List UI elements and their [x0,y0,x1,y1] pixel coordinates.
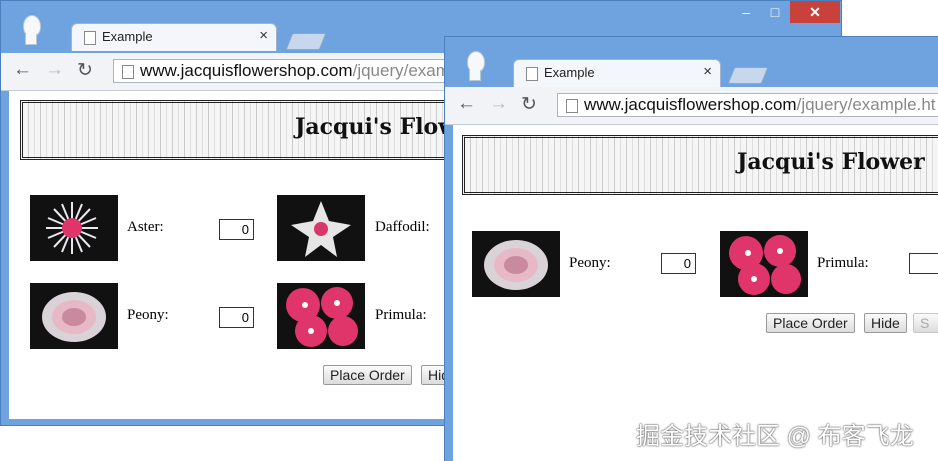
flower-label-aster: Aster: [127,219,164,235]
close-window-button[interactable]: ✕ [790,1,840,23]
flower-label-primula: Primula: [817,255,869,271]
forward-arrow-icon[interactable]: → [45,59,64,81]
peony-quantity-input[interactable]: 0 [219,307,254,328]
back-arrow-icon[interactable]: ← [457,93,476,115]
primula-image [277,283,365,349]
page-icon [566,99,578,113]
peony-quantity-input[interactable]: 0 [661,253,696,274]
new-tab-button[interactable] [285,33,327,50]
minimize-button[interactable]: – [737,1,755,23]
page-favicon-icon [526,67,538,81]
url-text: www.jacquisflowershop.com/jquery/exam [140,61,450,80]
forward-arrow-icon[interactable]: → [489,93,508,115]
flower-label-peony: Peony: [127,307,169,323]
primula-image [720,231,808,297]
page-favicon-icon [84,31,96,45]
reload-icon[interactable]: ↻ [521,93,537,116]
tab-title: Example [544,65,595,80]
daffodil-image [277,195,365,261]
maximize-button[interactable]: □ [765,1,785,23]
page-title: Jacqui's Flower [737,149,925,175]
shop-banner: Jacqui's Flower [462,135,938,195]
hide-button[interactable]: Hide [864,313,907,333]
aster-image [30,195,118,261]
tab-close-icon[interactable]: × [259,27,268,44]
flower-label-primula: Primula: [375,307,427,323]
url-text: www.jacquisflowershop.com/jquery/example… [584,95,936,114]
address-bar[interactable]: www.jacquisflowershop.com/jquery/example… [557,93,938,117]
tab-strip: Example × [445,37,938,87]
profile-avatar-icon[interactable] [465,51,487,81]
primula-quantity-input[interactable] [909,253,938,274]
back-arrow-icon[interactable]: ← [13,59,32,81]
browser-tab[interactable]: Example × [513,59,721,87]
profile-avatar-icon[interactable] [21,15,43,45]
new-tab-button[interactable] [727,67,769,84]
navigation-toolbar: ← → ↻ www.jacquisflowershop.com/jquery/e… [445,87,938,125]
peony-image [472,231,560,297]
place-order-button[interactable]: Place Order [323,365,412,385]
tab-title: Example [102,29,153,44]
flower-label-daffodil: Daffodil: [375,219,430,235]
browser-window-front: Example × ← → ↻ www.jacquisflowershop.co… [444,36,938,461]
place-order-button[interactable]: Place Order [766,313,855,333]
browser-tab[interactable]: Example × [71,23,277,51]
page-viewport: Jacqui's Flower Peony: 0 Primula: Place … [453,125,938,461]
tab-close-icon[interactable]: × [703,63,712,80]
page-title: Jacqui's Flow [295,114,458,140]
page-icon [122,65,134,79]
show-button[interactable]: S [913,313,938,333]
aster-quantity-input[interactable]: 0 [219,219,254,240]
peony-image [30,283,118,349]
reload-icon[interactable]: ↻ [77,59,93,82]
flower-label-peony: Peony: [569,255,611,271]
watermark: 掘金技术社区 @ 布客飞龙 [636,423,914,450]
